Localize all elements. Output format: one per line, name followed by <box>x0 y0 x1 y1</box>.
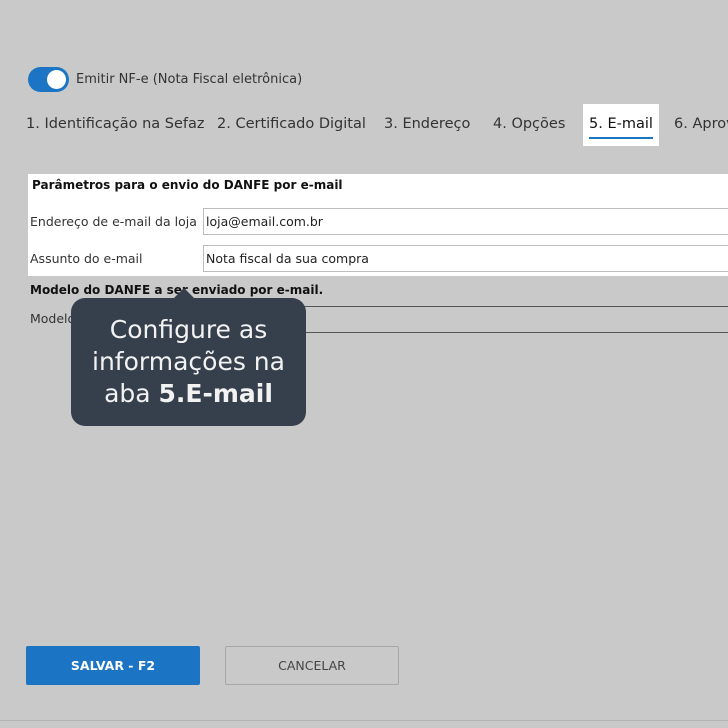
email-params-panel: Parâmetros para o envio do DANFE por e-m… <box>28 174 728 276</box>
emit-nfe-toggle-row: Emitir NF-e (Nota Fiscal eletrônica) <box>28 67 302 92</box>
tab-bar: 1. Identificação na Sefaz 2. Certificado… <box>0 104 728 146</box>
nfe-settings-screen: Emitir NF-e (Nota Fiscal eletrônica) 1. … <box>0 0 728 728</box>
tab-label: 4. Opções <box>493 116 566 132</box>
tooltip-line-2: informações na <box>92 347 285 376</box>
store-email-label: Endereço de e-mail da loja <box>30 214 197 229</box>
tooltip-arrow <box>173 288 195 299</box>
tab-label: 3. Endereço <box>384 116 471 132</box>
store-email-input[interactable] <box>203 208 728 235</box>
tab-email[interactable]: 5. E-mail <box>583 104 659 146</box>
model-field-border-top <box>300 306 728 307</box>
tab-label: 1. Identificação na Sefaz <box>26 116 205 132</box>
onboarding-tooltip: Configure as informações na aba 5.E-mail <box>71 288 306 426</box>
cancel-button[interactable]: CANCELAR <box>225 646 399 685</box>
tooltip-line-3-bold: 5.E-mail <box>158 379 273 408</box>
tab-certificado[interactable]: 2. Certificado Digital <box>217 104 366 146</box>
tooltip-line-3-prefix: aba <box>104 379 159 408</box>
tab-label: 5. E-mail <box>589 116 653 132</box>
toggle-knob <box>47 70 66 89</box>
active-tab-indicator <box>589 137 653 139</box>
tooltip-line-1: Configure as <box>109 315 268 344</box>
save-button[interactable]: SALVAR - F2 <box>26 646 200 685</box>
model-field-border-bottom[interactable] <box>300 332 728 333</box>
emit-nfe-label: Emitir NF-e (Nota Fiscal eletrônica) <box>76 72 303 87</box>
tab-label: 2. Certificado Digital <box>217 116 366 132</box>
tab-identificacao[interactable]: 1. Identificação na Sefaz <box>26 104 205 146</box>
bottom-divider <box>0 720 728 721</box>
tab-opcoes[interactable]: 4. Opções <box>493 104 565 146</box>
email-subject-label: Assunto do e-mail <box>30 251 143 266</box>
panel-title: Parâmetros para o envio do DANFE por e-m… <box>32 178 343 192</box>
email-subject-input[interactable] <box>203 245 728 272</box>
tab-aprov[interactable]: 6. Aprov <box>674 104 728 146</box>
tooltip-line-3: aba 5.E-mail <box>71 378 306 410</box>
tab-label: 6. Aprov <box>674 116 728 132</box>
emit-nfe-toggle[interactable] <box>28 67 69 92</box>
danfe-model-label: Modelo <box>30 311 76 326</box>
tab-endereco[interactable]: 3. Endereço <box>384 104 470 146</box>
